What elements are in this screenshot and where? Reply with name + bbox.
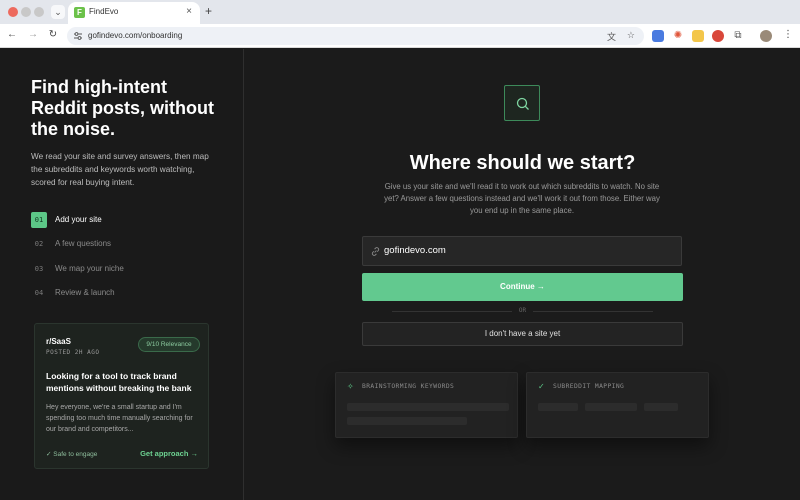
step-number: 02 (34, 240, 44, 248)
step-label: A few questions (55, 239, 112, 248)
step-number: 04 (34, 289, 44, 297)
link-icon (371, 247, 380, 256)
step-number: 03 (34, 265, 44, 273)
minimize-window-button[interactable] (21, 7, 31, 17)
tab-title: FindEvo (89, 7, 119, 16)
tab-search-button[interactable]: ⌄ (51, 5, 65, 19)
maximize-window-button[interactable] (34, 7, 44, 17)
search-tile (504, 85, 540, 121)
no-site-button[interactable]: I don't have a site yet (362, 322, 683, 346)
step-label: Review & launch (55, 288, 115, 297)
browser-tab-strip: ⌄ F FindEvo × + (0, 0, 800, 24)
safe-to-engage-status: ✓ Safe to engage (46, 451, 98, 458)
extensions-puzzle-icon[interactable]: ⧉ (732, 30, 744, 42)
post-body: Hey everyone, we're a small startup and … (46, 404, 193, 433)
search-icon (516, 97, 529, 110)
site-url-value: gofindevo.com (384, 245, 446, 256)
step-number: 01 (31, 212, 47, 228)
check-icon: ✓ (538, 382, 545, 391)
or-label: OR (518, 307, 527, 314)
extension-translate-icon[interactable] (652, 30, 664, 42)
relevance-badge: 9/10 Relevance (138, 337, 200, 352)
reload-icon[interactable]: ↻ (47, 29, 59, 40)
sidebar-subcopy: We read your site and survey answers, th… (31, 152, 209, 187)
feature-card-label: SUBREDDIT MAPPING (553, 383, 625, 390)
post-timestamp: POSTED 2H AGO (46, 349, 100, 356)
close-window-button[interactable] (8, 7, 18, 17)
findevo-favicon-icon: F (74, 7, 85, 18)
subreddit-mapping-card: ✓ SUBREDDIT MAPPING (526, 372, 709, 438)
extension-paint-icon[interactable] (692, 30, 704, 42)
browser-menu-icon[interactable]: ⋮ (782, 29, 794, 40)
extension-spark-icon[interactable]: ✺ (672, 30, 684, 42)
page-title: Where should we start? (409, 152, 636, 174)
skeleton-chip (644, 403, 678, 411)
continue-button[interactable]: Continue → (362, 273, 683, 301)
back-icon[interactable]: ← (6, 29, 18, 40)
extension-notify-icon[interactable] (712, 30, 724, 42)
page-description: Give us your site and we'll read it to w… (384, 182, 660, 215)
step-questions[interactable]: 02 A few questions (31, 236, 221, 252)
site-settings-icon[interactable] (73, 31, 83, 41)
sidebar-headline: Find high-intent Reddit posts, without t… (31, 77, 214, 139)
tab-findevo[interactable]: F FindEvo × (68, 2, 200, 24)
post-title: Looking for a tool to track brand mentio… (46, 371, 192, 393)
tab-close-icon[interactable]: × (186, 6, 192, 17)
skeleton-chip (585, 403, 637, 411)
address-bar[interactable]: gofindevo.com/onboarding 文 ☆ (67, 27, 644, 45)
step-add-site[interactable]: 01 Add your site (31, 212, 221, 228)
feature-card-label: BRAINSTORMING KEYWORDS (362, 383, 455, 390)
url-text: gofindevo.com/onboarding (88, 31, 183, 40)
get-approach-link[interactable]: Get approach → (140, 449, 198, 458)
post-subreddit: r/SaaS (46, 337, 71, 346)
onboarding-main: Where should we start? Give us your site… (245, 49, 800, 500)
sparkle-icon: ✧ (347, 382, 354, 391)
step-label: We map your niche (55, 264, 124, 273)
profile-avatar[interactable] (760, 30, 772, 42)
bookmark-star-icon[interactable]: ☆ (627, 30, 635, 41)
browser-toolbar: ← → ↻ gofindevo.com/onboarding 文 ☆ ✺ ⧉ ⋮ (0, 24, 800, 48)
step-review-launch[interactable]: 04 Review & launch (31, 285, 221, 301)
or-divider: OR (362, 305, 683, 317)
skeleton-line (347, 403, 509, 411)
site-url-input[interactable]: gofindevo.com (362, 236, 682, 266)
new-tab-button[interactable]: + (205, 4, 212, 18)
forward-icon[interactable]: → (27, 29, 39, 40)
brainstorming-keywords-card: ✧ BRAINSTORMING KEYWORDS (335, 372, 518, 438)
onboarding-page: Find high-intent Reddit posts, without t… (0, 49, 800, 500)
onboarding-sidebar: Find high-intent Reddit posts, without t… (0, 49, 244, 500)
example-post-card: r/SaaS POSTED 2H AGO 9/10 Relevance Look… (34, 323, 209, 469)
step-map-niche[interactable]: 03 We map your niche (31, 261, 221, 277)
skeleton-line (347, 417, 467, 425)
skeleton-chip (538, 403, 578, 411)
step-label: Add your site (55, 215, 102, 224)
translate-icon[interactable]: 文 (607, 30, 616, 43)
